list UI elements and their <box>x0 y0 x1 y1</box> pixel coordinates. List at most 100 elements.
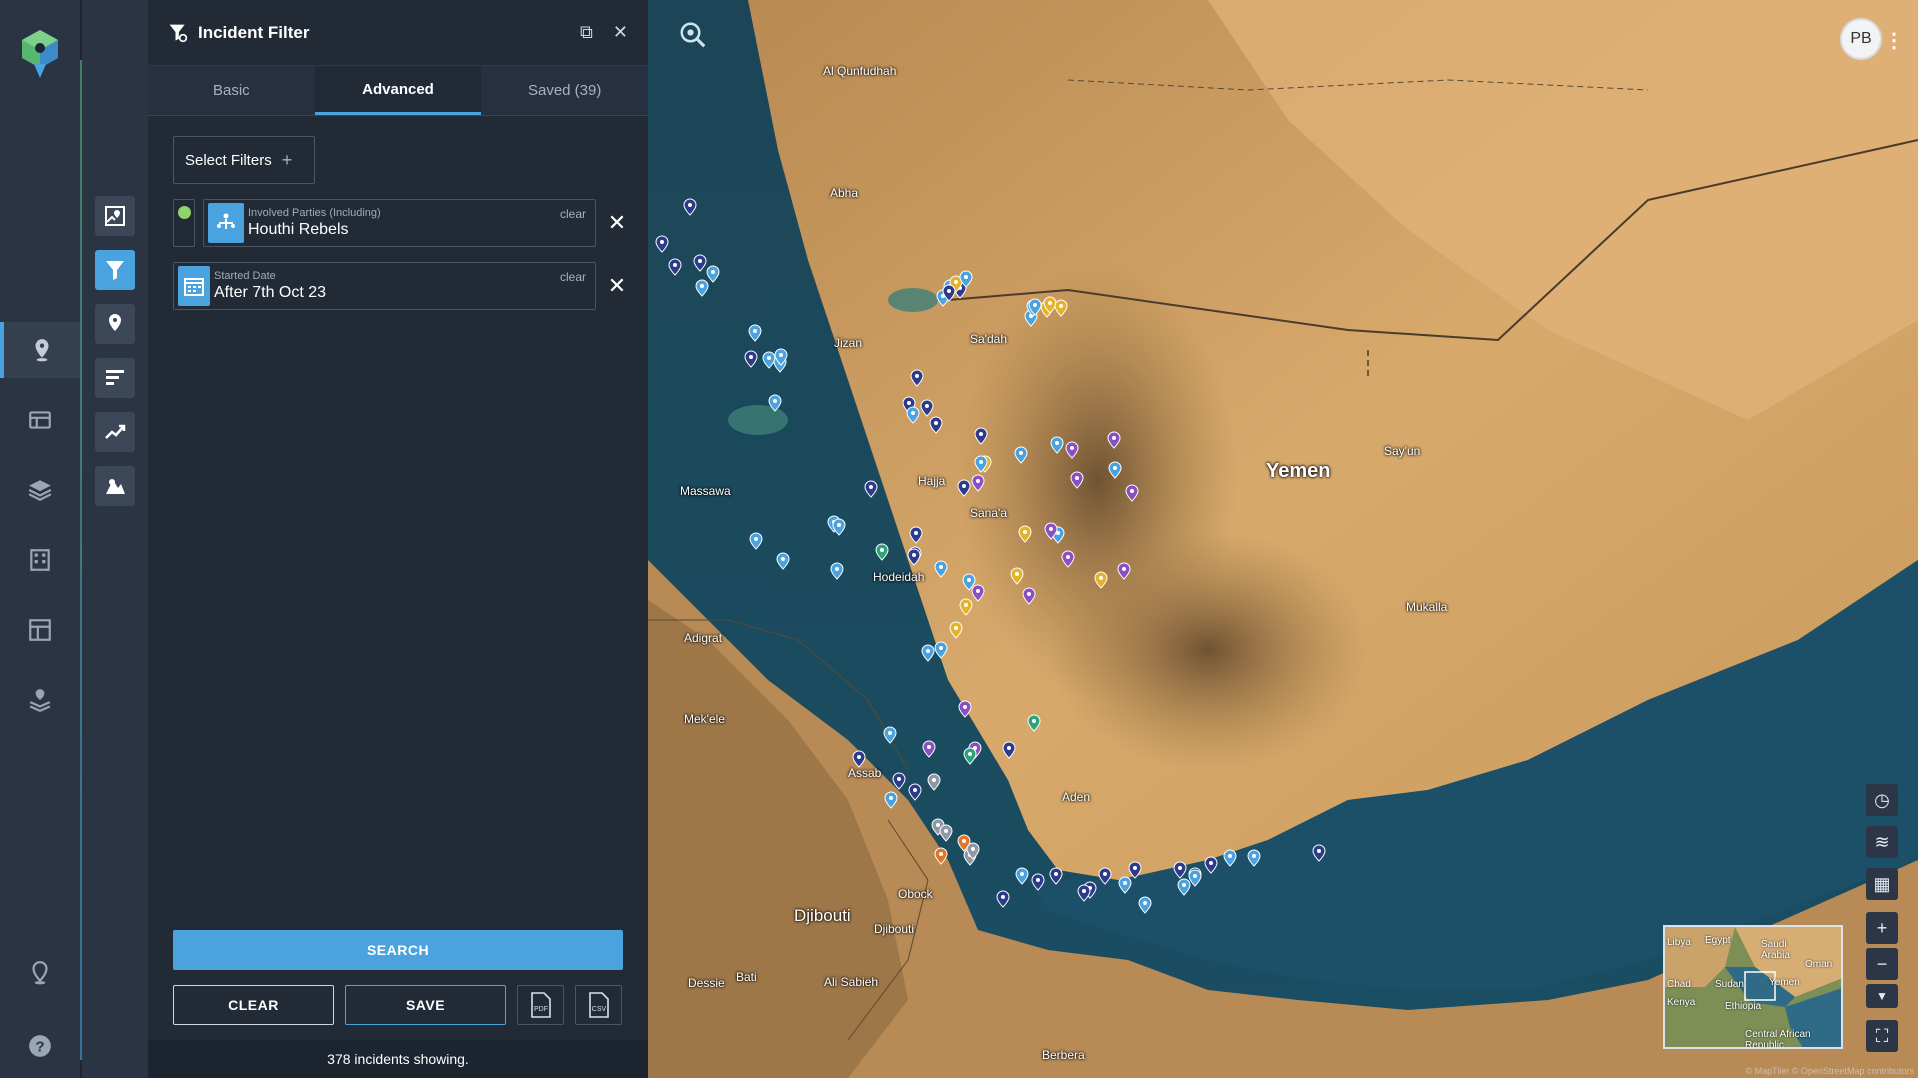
incident-marker[interactable] <box>1070 471 1084 490</box>
incident-marker[interactable] <box>1014 446 1028 464</box>
incident-marker[interactable] <box>1173 861 1187 880</box>
save-button[interactable]: SAVE <box>345 985 506 1025</box>
incident-marker[interactable] <box>996 890 1010 908</box>
chart-tool[interactable] <box>95 358 135 398</box>
incident-marker[interactable] <box>1027 714 1041 732</box>
map-view-button[interactable] <box>0 322 80 378</box>
incident-marker[interactable] <box>1054 299 1068 317</box>
incident-marker[interactable] <box>958 700 972 718</box>
incident-marker[interactable] <box>1018 525 1032 544</box>
filter-clear-link[interactable]: clear <box>560 207 586 221</box>
location-button[interactable] <box>0 945 80 1001</box>
incident-marker[interactable] <box>971 474 985 493</box>
incident-marker[interactable] <box>693 254 707 272</box>
incident-marker[interactable] <box>1247 849 1261 867</box>
incident-marker[interactable] <box>1223 849 1237 867</box>
incident-marker[interactable] <box>1049 867 1063 885</box>
incident-marker[interactable] <box>909 526 923 544</box>
incident-marker[interactable] <box>1125 484 1139 502</box>
incident-marker[interactable] <box>776 552 790 571</box>
search-button[interactable]: SEARCH <box>173 930 623 970</box>
incident-marker[interactable] <box>1050 436 1064 454</box>
zoom-in-button[interactable]: + <box>1866 912 1898 944</box>
incident-marker[interactable] <box>668 258 682 276</box>
incident-marker[interactable] <box>832 517 846 536</box>
map-area-tool[interactable] <box>95 196 135 236</box>
incident-marker[interactable] <box>748 324 762 342</box>
trend-tool[interactable] <box>95 412 135 452</box>
table-view-button[interactable] <box>0 392 80 448</box>
incident-marker[interactable] <box>959 270 973 288</box>
incident-marker[interactable] <box>1061 550 1075 568</box>
map-canvas[interactable]: Al Qunfudhah Abha Jizan Sa'dah Massawa H… <box>648 0 1918 1078</box>
incident-marker[interactable] <box>920 399 934 417</box>
incident-marker[interactable] <box>864 480 878 498</box>
incident-marker[interactable] <box>957 834 971 852</box>
incident-marker[interactable] <box>1117 562 1131 580</box>
heatmap-tool[interactable] <box>95 466 135 506</box>
remove-filter-icon[interactable]: ✕ <box>606 210 628 236</box>
incident-marker[interactable] <box>1022 587 1036 605</box>
incident-marker[interactable] <box>962 573 976 591</box>
incident-marker[interactable] <box>963 747 977 765</box>
user-avatar[interactable]: PB <box>1840 18 1882 60</box>
filter-tool[interactable] <box>95 250 135 290</box>
incident-marker[interactable] <box>1312 844 1326 862</box>
overview-minimap[interactable]: Libya Egypt Saudi Arabia Oman Yemen Chad… <box>1663 925 1843 1049</box>
incident-marker[interactable] <box>1077 884 1091 902</box>
help-button[interactable]: ? <box>0 1018 80 1074</box>
incident-marker[interactable] <box>974 427 988 445</box>
incident-marker[interactable] <box>774 348 788 366</box>
incident-marker[interactable] <box>1031 873 1045 891</box>
incident-marker[interactable] <box>934 560 948 578</box>
export-csv-button[interactable]: CSV <box>575 985 622 1025</box>
incident-marker[interactable] <box>957 479 971 498</box>
filter-clear-link[interactable]: clear <box>560 270 586 284</box>
pin-tool[interactable] <box>95 304 135 344</box>
incident-marker[interactable] <box>1098 867 1112 885</box>
tab-saved[interactable]: Saved (39) <box>481 66 649 115</box>
zoom-out-button[interactable]: − <box>1866 948 1898 980</box>
incident-marker[interactable] <box>744 350 758 368</box>
incident-marker[interactable] <box>1094 571 1108 589</box>
incident-marker[interactable] <box>1028 298 1042 317</box>
incident-marker[interactable] <box>974 455 988 473</box>
incident-marker[interactable] <box>1015 867 1029 886</box>
app-logo[interactable] <box>18 28 62 80</box>
incident-marker[interactable] <box>934 847 948 865</box>
stacked-pins-button[interactable] <box>0 672 80 728</box>
incident-marker[interactable] <box>884 791 898 809</box>
incident-marker[interactable] <box>683 198 697 217</box>
incident-marker[interactable] <box>852 750 866 768</box>
incident-marker[interactable] <box>959 598 973 616</box>
remove-filter-icon[interactable]: ✕ <box>606 273 628 299</box>
incident-marker[interactable] <box>949 620 963 639</box>
select-filters-button[interactable]: Select Filters + <box>173 136 315 184</box>
incident-marker[interactable] <box>1138 896 1152 914</box>
incident-marker[interactable] <box>1002 741 1016 760</box>
zoom-search-icon[interactable] <box>678 20 708 50</box>
incident-marker[interactable] <box>939 824 953 842</box>
incident-marker[interactable] <box>883 726 897 744</box>
incident-marker[interactable] <box>934 641 948 659</box>
filter-card[interactable]: Involved Parties (Including) Houthi Rebe… <box>203 199 596 247</box>
incident-marker[interactable] <box>749 532 763 550</box>
export-pdf-button[interactable]: PDF <box>517 985 564 1025</box>
incident-marker[interactable] <box>921 644 935 663</box>
incident-marker[interactable] <box>910 369 924 387</box>
incident-marker[interactable] <box>1188 869 1202 887</box>
filter-card[interactable]: Started Date After 7th Oct 23 clear <box>173 262 596 310</box>
incident-marker[interactable] <box>1128 861 1142 879</box>
tab-advanced[interactable]: Advanced <box>314 66 482 115</box>
incident-marker[interactable] <box>907 548 921 566</box>
more-options-icon[interactable]: ⋮ <box>1884 28 1904 53</box>
incident-marker[interactable] <box>655 235 669 253</box>
popout-icon[interactable]: ⧉ <box>580 22 593 43</box>
tab-basic[interactable]: Basic <box>148 66 315 115</box>
incident-marker[interactable] <box>908 783 922 801</box>
incident-marker[interactable] <box>922 740 936 758</box>
compass-button[interactable]: ▼ <box>1866 984 1898 1008</box>
map-layers-button[interactable]: ≋ <box>1866 826 1898 858</box>
incident-marker[interactable] <box>706 265 720 283</box>
layers-button[interactable] <box>0 462 80 518</box>
